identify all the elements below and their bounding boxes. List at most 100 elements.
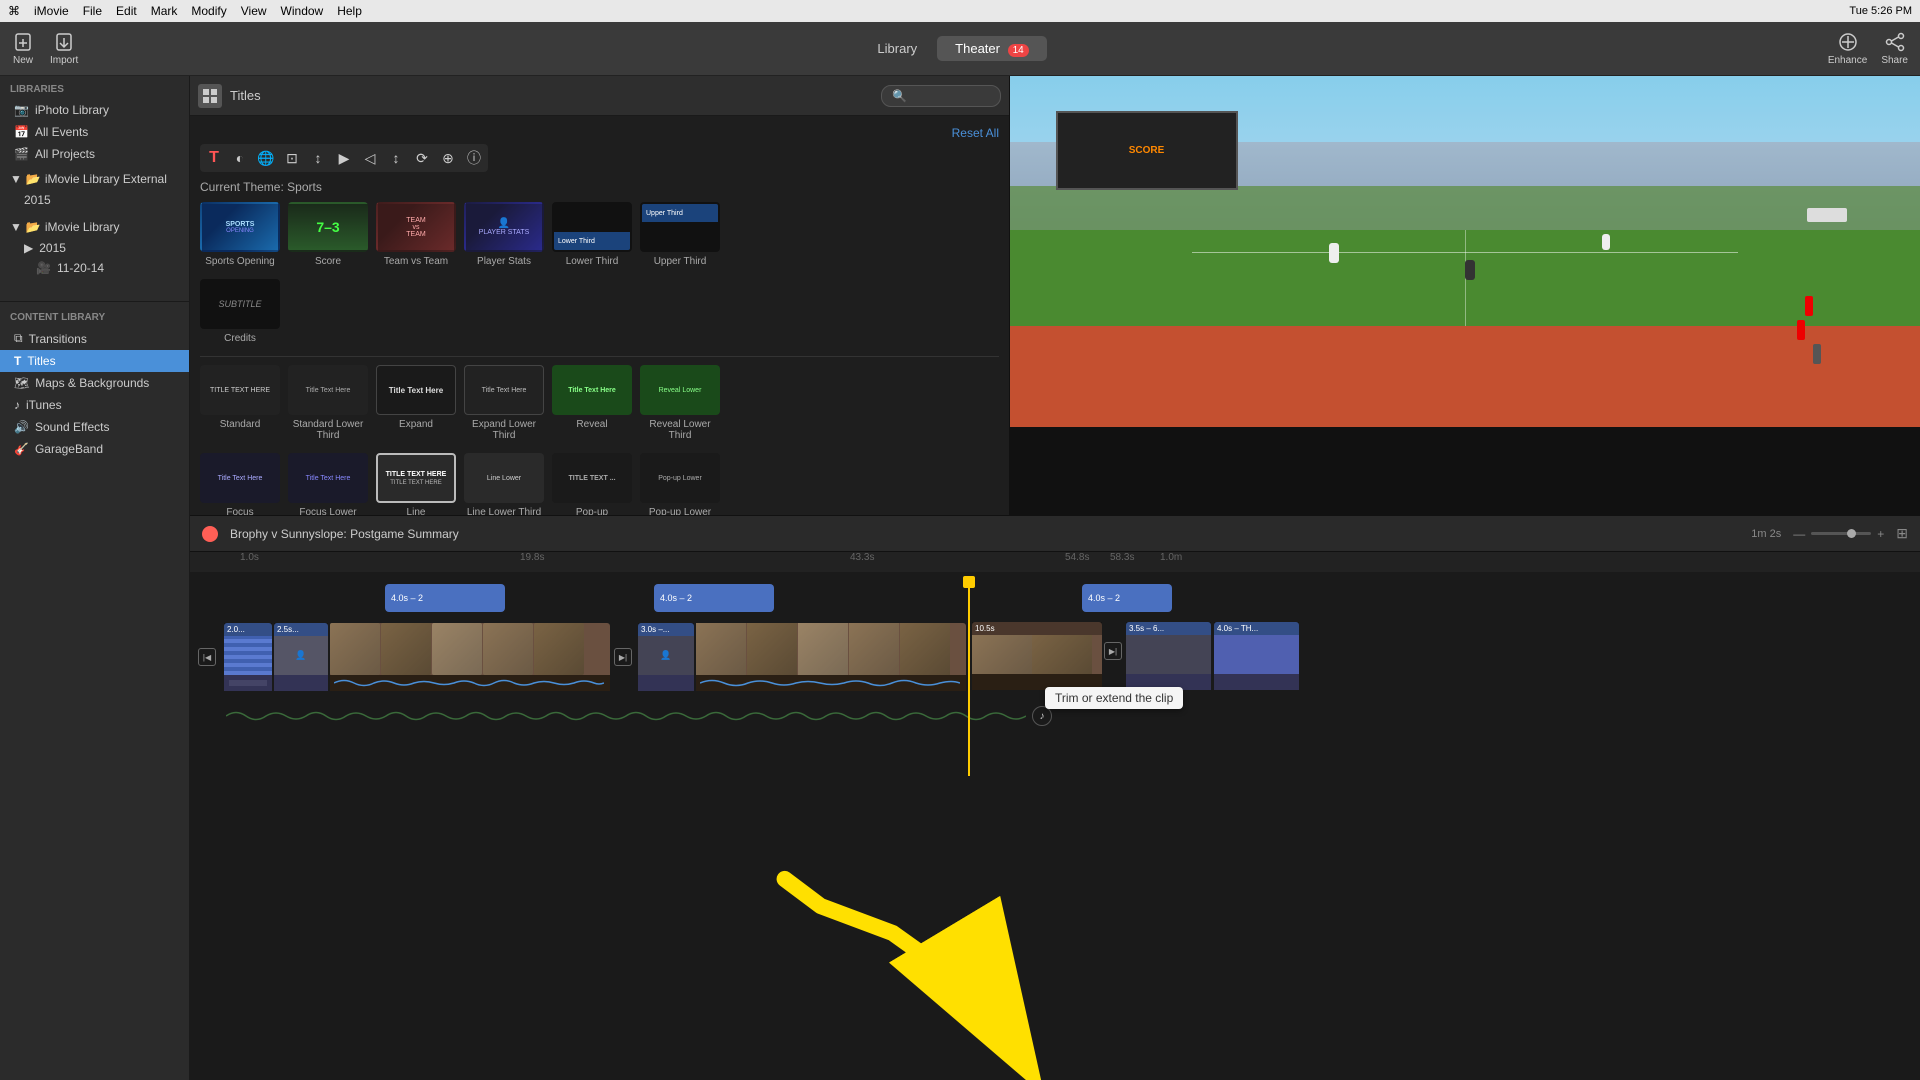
apple-menu[interactable]: ⌘: [8, 4, 20, 18]
title-clips-row: 4.0s – 2 4.0s – 2 4.0s – 2: [198, 580, 1920, 616]
soundeffects-icon: 🔊: [14, 420, 29, 434]
import-button[interactable]: Import: [50, 31, 78, 66]
music-note-icon[interactable]: ♪: [1032, 706, 1052, 726]
external-2015[interactable]: 2015: [0, 190, 189, 210]
theater-tab[interactable]: Theater 14: [937, 36, 1047, 61]
globe-tool-icon[interactable]: 🌐: [256, 148, 276, 168]
zoom-out-icon[interactable]: —: [1793, 527, 1805, 541]
clip-video-2[interactable]: [696, 623, 966, 691]
new-button[interactable]: New: [12, 31, 34, 66]
title-clip-1[interactable]: 4.0s – 2: [385, 584, 505, 612]
window-menu[interactable]: Window: [281, 4, 324, 18]
thumb-popup[interactable]: TITLE TEXT ... Pop-up: [552, 453, 632, 515]
upper-third-label: Upper Third: [654, 256, 707, 267]
video-tool-icon[interactable]: ▶: [334, 148, 354, 168]
help-menu[interactable]: Help: [337, 4, 362, 18]
thumb-team-vs-team[interactable]: TEAMvsTEAM Team vs Team: [376, 202, 456, 267]
sidebar-group-imovie-external: ▼ 📂 iMovie Library External 2015: [0, 165, 189, 213]
modify-menu[interactable]: Modify: [191, 4, 226, 18]
content-lib-soundeffects[interactable]: 🔊 Sound Effects: [0, 416, 189, 438]
file-menu[interactable]: File: [83, 4, 102, 18]
imovie-2015[interactable]: ▶ 2015: [0, 238, 189, 258]
mark-menu[interactable]: Mark: [151, 4, 178, 18]
grid-view-button[interactable]: [198, 84, 222, 108]
clip-video-main[interactable]: [330, 623, 610, 691]
thumb-standard[interactable]: TITLE TEXT HERE Standard: [200, 365, 280, 441]
thumb-focus-lower-third[interactable]: Title Text Here Focus Lower Third: [288, 453, 368, 515]
thumb-credits[interactable]: SUBTITLE Credits: [200, 279, 280, 344]
thumb-score[interactable]: 7–3 Score: [288, 202, 368, 267]
clip-4s-th[interactable]: 4.0s – TH...: [1214, 622, 1299, 690]
stabilize-icon[interactable]: ⟳: [412, 148, 432, 168]
sidebar-item-allprojects[interactable]: 🎬 All Projects: [0, 143, 189, 165]
standard-lower-label: Standard Lower Third: [288, 419, 368, 441]
imovie-group[interactable]: ▼ 📂 iMovie Library: [0, 216, 189, 238]
transform-icon[interactable]: ⊕: [438, 148, 458, 168]
text-tool-icon[interactable]: T: [204, 148, 224, 168]
chevron-down-icon: ▼: [10, 172, 22, 186]
titles-icon: T: [14, 354, 21, 368]
browser-content: Reset All T ◐ 🌐 ⊡ ↕ ▶ ◁ ↕ ⟳: [190, 116, 1009, 515]
speed-tool-icon[interactable]: ↕: [386, 148, 406, 168]
clip-35s[interactable]: 3.5s – 6...: [1126, 622, 1211, 690]
thumb-standard-lower-third[interactable]: Title Text Here Standard Lower Third: [288, 365, 368, 441]
title-clip-3[interactable]: 4.0s – 2: [1082, 584, 1172, 612]
audio-tool-icon[interactable]: ◁: [360, 148, 380, 168]
skip-back-button[interactable]: |◀: [198, 648, 216, 666]
zoom-in-icon[interactable]: +: [1877, 527, 1884, 541]
thumb-focus[interactable]: Title Text Here Focus: [200, 453, 280, 515]
team-vs-team-label: Team vs Team: [384, 256, 448, 267]
crop-tool-icon[interactable]: ⊡: [282, 148, 302, 168]
enhance-button[interactable]: Enhance: [1828, 31, 1867, 66]
reset-all-button[interactable]: Reset All: [952, 126, 999, 140]
theater-badge: 14: [1008, 44, 1029, 57]
folder-icon: 📂: [26, 172, 41, 186]
thumb-expand[interactable]: Title Text Here Expand: [376, 365, 456, 441]
content-lib-garageband[interactable]: 🎸 GarageBand: [0, 438, 189, 460]
clip-25s[interactable]: 2.5s... 👤: [274, 623, 328, 691]
content-lib-itunes[interactable]: ♪ iTunes: [0, 394, 189, 416]
clip-2s[interactable]: 2.0...: [224, 623, 272, 691]
standard-label: Standard: [220, 419, 261, 430]
imovie-11-20-14[interactable]: 🎥 11-20-14: [0, 258, 189, 278]
thumb-player-stats[interactable]: 👤 PLAYER STATS Player Stats: [464, 202, 544, 267]
thumb-line[interactable]: TITLE TEXT HERE TITLE TEXT HERE Line: [376, 453, 456, 515]
sidebar-item-allevents[interactable]: 📅 All Events: [0, 121, 189, 143]
menubar: ⌘ iMovie File Edit Mark Modify View Wind…: [0, 0, 1920, 22]
thumb-reveal-lower-third[interactable]: Reveal Lower Reveal Lower Third: [640, 365, 720, 441]
skip-forward-2[interactable]: ▶|: [1104, 642, 1122, 660]
sidebar-item-iphoto[interactable]: 📷 iPhoto Library: [0, 99, 189, 121]
focus-lower-label: Focus Lower Third: [288, 507, 368, 515]
blur-tool-icon[interactable]: ◐: [230, 148, 250, 168]
thumb-upper-third[interactable]: Upper Third Upper Third: [640, 202, 720, 267]
top-half: Titles Reset All T ◐ 🌐 ⊡: [190, 76, 1920, 516]
timeline-close-button[interactable]: [202, 526, 218, 542]
grid-toggle-icon[interactable]: ⊞: [1896, 525, 1908, 542]
imovie-menu[interactable]: iMovie: [34, 4, 69, 18]
thumb-expand-lower-third[interactable]: Title Text Here Expand Lower Third: [464, 365, 544, 441]
content-lib-titles[interactable]: T Titles: [0, 350, 189, 372]
other-thumbnails-row: TITLE TEXT HERE Standard Title Text Here…: [200, 365, 999, 441]
content-lib-maps[interactable]: 🗺 Maps & Backgrounds: [0, 372, 189, 394]
thumb-line-lower-third[interactable]: Line Lower Line Lower Third: [464, 453, 544, 515]
info-icon[interactable]: ⓘ: [464, 148, 484, 168]
edit-menu[interactable]: Edit: [116, 4, 137, 18]
thumb-lower-third[interactable]: Lower Third Lower Third: [552, 202, 632, 267]
rotate-tool-icon[interactable]: ↕: [308, 148, 328, 168]
lower-third-label: Lower Third: [566, 256, 619, 267]
skip-forward-button[interactable]: ▶|: [614, 648, 632, 666]
clip-3s[interactable]: 3.0s –... 👤: [638, 623, 694, 691]
thumb-sports-opening[interactable]: SPORTS OPENING Sports Opening: [200, 202, 280, 267]
browser-search-input[interactable]: [881, 85, 1001, 107]
thumb-reveal[interactable]: Title Text Here Reveal: [552, 365, 632, 441]
share-button[interactable]: Share: [1881, 31, 1908, 66]
browser-panel: Titles Reset All T ◐ 🌐 ⊡: [190, 76, 1010, 515]
view-menu[interactable]: View: [241, 4, 267, 18]
clip-105s[interactable]: 10.5s: [972, 622, 1102, 690]
library-tab[interactable]: Library: [859, 36, 935, 61]
thumb-popup-lower-third[interactable]: Pop-up Lower Pop-up Lower Third: [640, 453, 720, 515]
imovie-external-group[interactable]: ▼ 📂 iMovie Library External: [0, 168, 189, 190]
title-clip-2[interactable]: 4.0s – 2: [654, 584, 774, 612]
transport-3: ▶|: [1104, 642, 1122, 660]
content-lib-transitions[interactable]: ⧉ Transitions: [0, 327, 189, 350]
